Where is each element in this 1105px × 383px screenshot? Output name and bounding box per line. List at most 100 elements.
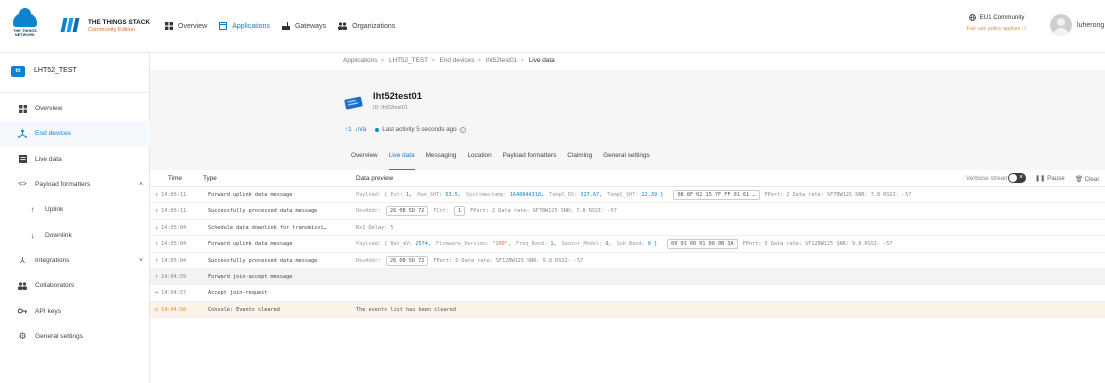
sidebar-item-overview[interactable]: Overview bbox=[0, 96, 150, 121]
app-name: LHT52_TEST bbox=[34, 67, 77, 74]
tab-messaging[interactable]: Messaging bbox=[426, 152, 457, 164]
sidebar-item-end-devices[interactable]: End devices bbox=[0, 121, 150, 147]
username: luherong bbox=[1077, 22, 1105, 29]
tab-location[interactable]: Location bbox=[467, 152, 491, 164]
events-header: Time Type Data preview Verbose stream ❚❚… bbox=[150, 170, 1105, 187]
sidebar-item-api-keys[interactable]: API keys bbox=[0, 298, 150, 323]
event-row[interactable]: ↓ 14:05:04 Schedule data downlink for tra… bbox=[150, 220, 1105, 237]
event-type: Forward uplink data message bbox=[208, 192, 293, 198]
raw-payload[interactable]: 09 01 00 01 00 0B 3A bbox=[667, 239, 738, 250]
nav-gateways[interactable]: Gateways bbox=[281, 22, 327, 30]
tab-claiming[interactable]: Claiming bbox=[567, 152, 592, 164]
sidebar-nav: Overview End devices Live data <> Payloa… bbox=[0, 96, 150, 349]
event-time: ⇔ 14:04:57 bbox=[155, 290, 187, 297]
sidebar-item-label: Downlink bbox=[45, 231, 72, 239]
nav-applications[interactable]: Applications bbox=[219, 22, 270, 30]
event-row[interactable]: ↑ 14:05:11 Successfully processed data me… bbox=[150, 203, 1105, 220]
stack-edition: Community Edition bbox=[88, 27, 135, 33]
event-time: ↑ 14:05:11 bbox=[155, 192, 187, 198]
breadcrumb-current: Live data bbox=[528, 57, 555, 64]
window-icon bbox=[219, 22, 228, 30]
tab-payload-formatters[interactable]: Payload formatters bbox=[503, 152, 557, 164]
device-tabs: Overview Live data Messaging Location Pa… bbox=[351, 152, 661, 170]
dev-addr[interactable]: 26 0B 5D 72 bbox=[386, 206, 429, 217]
verbose-stream-toggle[interactable] bbox=[1008, 173, 1026, 183]
sidebar-item-label: Collaborators bbox=[35, 282, 75, 290]
breadcrumb-app[interactable]: LHT52_TEST bbox=[389, 57, 428, 64]
event-row[interactable]: ↑ 14:04:59 Forward join-accept message bbox=[150, 268, 1105, 286]
verbose-stream-label: Verbose stream bbox=[966, 175, 1010, 182]
nav-overview[interactable]: Overview bbox=[165, 22, 207, 30]
uplink-arrow-icon: ↑ bbox=[155, 241, 159, 248]
fair-use-link[interactable]: Fair use policy applies ⓘ bbox=[957, 24, 1037, 32]
sidebar-item-label: Payload formatters bbox=[35, 181, 91, 189]
sidebar-item-general-settings[interactable]: ⚙ General settings bbox=[0, 324, 150, 349]
nav-applications-label: Applications bbox=[232, 22, 270, 30]
arrow-up-icon: ↑ bbox=[30, 205, 35, 215]
uplink-arrow-icon: ↑ bbox=[155, 192, 159, 198]
trash-icon: 🗑 bbox=[1075, 176, 1083, 183]
event-row[interactable]: ⇔ 14:04:57 Accept join-request bbox=[150, 285, 1105, 302]
event-preview: Payload: { Bat_mV: 2574, Firmware_Versio… bbox=[356, 239, 893, 250]
nav-gateways-label: Gateways bbox=[294, 22, 327, 30]
clear-events-icon: ⇄ bbox=[155, 306, 159, 313]
globe-icon bbox=[969, 14, 977, 21]
event-type: Successfully processed data message bbox=[208, 208, 318, 215]
event-time: ↓ 14:05:04 bbox=[155, 224, 187, 231]
grid-icon bbox=[165, 22, 173, 30]
pause-button[interactable]: ❚❚ Pause bbox=[1035, 175, 1065, 182]
clear-button[interactable]: 🗑 Clear bbox=[1075, 175, 1099, 183]
sidebar-item-payload-formatters[interactable]: <> Payload formatters ˄ bbox=[0, 172, 150, 197]
uplink-arrow-icon: ↑ bbox=[155, 273, 159, 280]
event-time: ↑ 14:05:11 bbox=[155, 208, 187, 215]
sidebar: ttt LHT52_TEST Overview End devices Live… bbox=[0, 53, 150, 383]
code-icon: <> bbox=[18, 181, 27, 189]
cloud-icon bbox=[13, 8, 37, 27]
breadcrumb-end-devices[interactable]: End devices bbox=[440, 57, 475, 64]
nav-organizations[interactable]: Organizations bbox=[338, 22, 395, 30]
uplink-count: ↑1 bbox=[345, 126, 352, 133]
breadcrumb-applications[interactable]: Applications bbox=[343, 57, 377, 64]
breadcrumb-device[interactable]: lht52test01 bbox=[486, 57, 517, 64]
gateway-icon bbox=[281, 22, 290, 30]
community-selector[interactable]: EU1 Community Fair use policy applies ⓘ bbox=[957, 14, 1037, 32]
tab-live-data[interactable]: Live data bbox=[388, 152, 415, 170]
clear-label: Clear bbox=[1084, 176, 1100, 183]
tab-overview[interactable]: Overview bbox=[351, 152, 378, 164]
last-activity: Last activity 5 seconds ago bbox=[382, 126, 457, 133]
top-nav: Overview Applications Gateways Organizat… bbox=[165, 20, 407, 32]
sidebar-item-downlink[interactable]: ↓ Downlink bbox=[0, 222, 150, 247]
event-type: Console: Events cleared bbox=[208, 306, 280, 313]
event-type: Successfully processed data message bbox=[208, 257, 318, 264]
event-row[interactable]: ↑ 14:05:04 Successfully processed data me… bbox=[150, 253, 1105, 269]
sidebar-item-live-data[interactable]: Live data bbox=[0, 147, 150, 172]
dev-addr[interactable]: 26 0B 5D 72 bbox=[386, 255, 429, 266]
raw-payload[interactable]: 08 8F 02 15 7F FF 01 61 … bbox=[673, 190, 760, 200]
device-title: lht52test01 bbox=[373, 90, 422, 101]
nav-organizations-label: Organizations bbox=[352, 22, 396, 30]
user-menu[interactable]: luherong ▾ bbox=[1077, 21, 1105, 29]
ttn-logo[interactable]: THE THINGS NETWORK bbox=[11, 8, 39, 41]
avatar[interactable] bbox=[1050, 14, 1072, 36]
event-row[interactable]: ↑ 14:05:04 Forward uplink data message Pa… bbox=[150, 236, 1105, 253]
event-type: Forward uplink data message bbox=[208, 241, 293, 248]
sidebar-item-collaborators[interactable]: Collaborators bbox=[0, 273, 150, 298]
key-icon bbox=[18, 307, 27, 316]
sidebar-item-uplink[interactable]: ↑ Uplink bbox=[0, 197, 150, 222]
tab-general-settings[interactable]: General settings bbox=[603, 152, 650, 164]
help-icon[interactable]: ? bbox=[459, 126, 466, 133]
event-row[interactable]: ⇄ 14:04:50 Console: Events cleared The ev… bbox=[150, 301, 1105, 319]
sidebar-item-integrations[interactable]: ⅄ Integrations ˅ bbox=[0, 248, 150, 273]
app-header: ttt LHT52_TEST bbox=[0, 53, 150, 93]
event-type: Forward join-accept message bbox=[208, 273, 293, 280]
sidebar-item-label: Live data bbox=[35, 155, 62, 163]
event-row[interactable]: ↑ 14:05:11 Forward uplink data message Pa… bbox=[150, 187, 1105, 204]
sidebar-item-label: Overview bbox=[35, 105, 63, 113]
things-stack-logo[interactable]: THE THINGS STACK Community Edition bbox=[60, 17, 150, 35]
events-list: ↑ 14:05:11 Forward uplink data message Pa… bbox=[150, 187, 1105, 319]
sidebar-item-label: Uplink bbox=[45, 206, 64, 214]
top-bar: THE THINGS NETWORK THE THINGS STACK Comm… bbox=[0, 0, 1105, 53]
list-icon bbox=[18, 155, 27, 164]
activity-dot-icon bbox=[375, 127, 380, 132]
app-badge-icon: ttt bbox=[11, 66, 25, 77]
